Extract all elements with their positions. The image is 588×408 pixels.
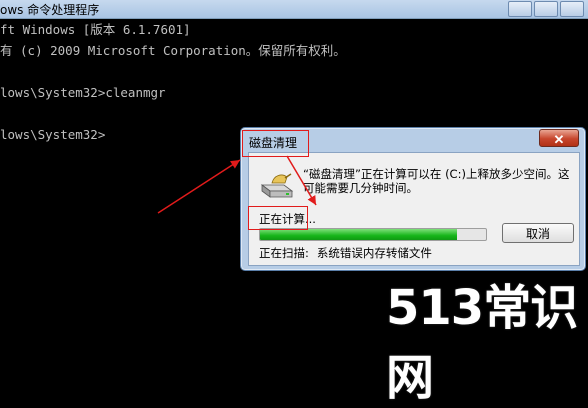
scanning-status: 正在扫描: 系统错误内存转储文件 bbox=[259, 245, 432, 261]
console-close-button[interactable] bbox=[560, 1, 584, 17]
progress-fill bbox=[260, 229, 457, 240]
watermark: 513常识网 bbox=[386, 280, 578, 406]
maximize-button[interactable] bbox=[534, 1, 558, 17]
console-line: 有 (c) 2009 Microsoft Corporation。保留所有权利。 bbox=[0, 43, 346, 58]
scanning-target: 系统错误内存转储文件 bbox=[316, 246, 432, 260]
console-window-title: ows 命令处理程序 bbox=[0, 3, 100, 17]
dialog-message: “磁盘清理”正在计算可以在 (C:)上释放多少空间。这可能需要几分钟时间。 bbox=[303, 167, 570, 195]
annotation-box-status bbox=[248, 206, 308, 230]
annotation-box-title bbox=[242, 130, 309, 157]
console-line: lows\System32>cleanmgr bbox=[0, 85, 166, 100]
disk-cleanup-icon bbox=[260, 173, 294, 198]
scanning-label: 正在扫描: bbox=[259, 246, 309, 260]
dialog-close-button[interactable]: ✕ bbox=[539, 129, 579, 147]
console-line: ft Windows [版本 6.1.7601] bbox=[0, 22, 191, 37]
console-titlebar: ows 命令处理程序 bbox=[0, 0, 588, 19]
console-window-controls bbox=[508, 0, 584, 18]
minimize-button[interactable] bbox=[508, 1, 532, 17]
cancel-button[interactable]: 取消 bbox=[502, 223, 574, 243]
